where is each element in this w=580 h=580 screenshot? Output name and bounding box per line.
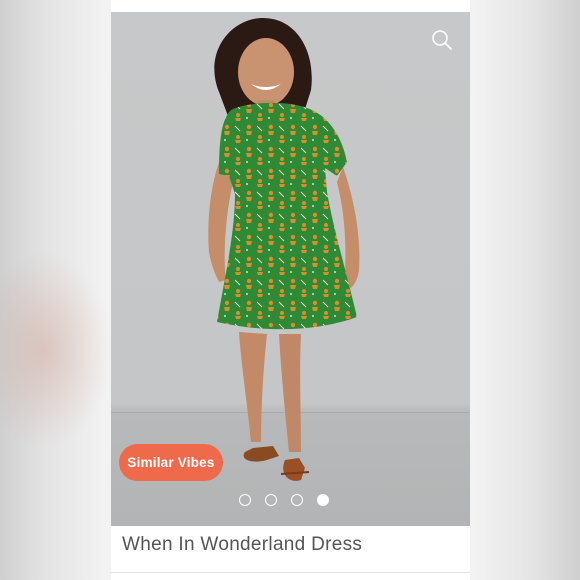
zoom-icon[interactable] <box>430 28 454 52</box>
carousel-indicator <box>239 494 329 506</box>
carousel-dot-1[interactable] <box>239 494 251 506</box>
product-photo[interactable]: Similar Vibes <box>111 12 470 526</box>
similar-vibes-button[interactable]: Similar Vibes <box>119 444 223 481</box>
top-strip <box>111 0 470 12</box>
carousel-dot-4[interactable] <box>317 494 329 506</box>
carousel-dot-2[interactable] <box>265 494 277 506</box>
listing-card: Similar Vibes When In Wonderland Dress <box>111 0 470 580</box>
carousel-dot-3[interactable] <box>291 494 303 506</box>
divider <box>111 572 470 573</box>
background-tint <box>0 250 112 450</box>
listing-title[interactable]: When In Wonderland Dress <box>122 534 362 556</box>
